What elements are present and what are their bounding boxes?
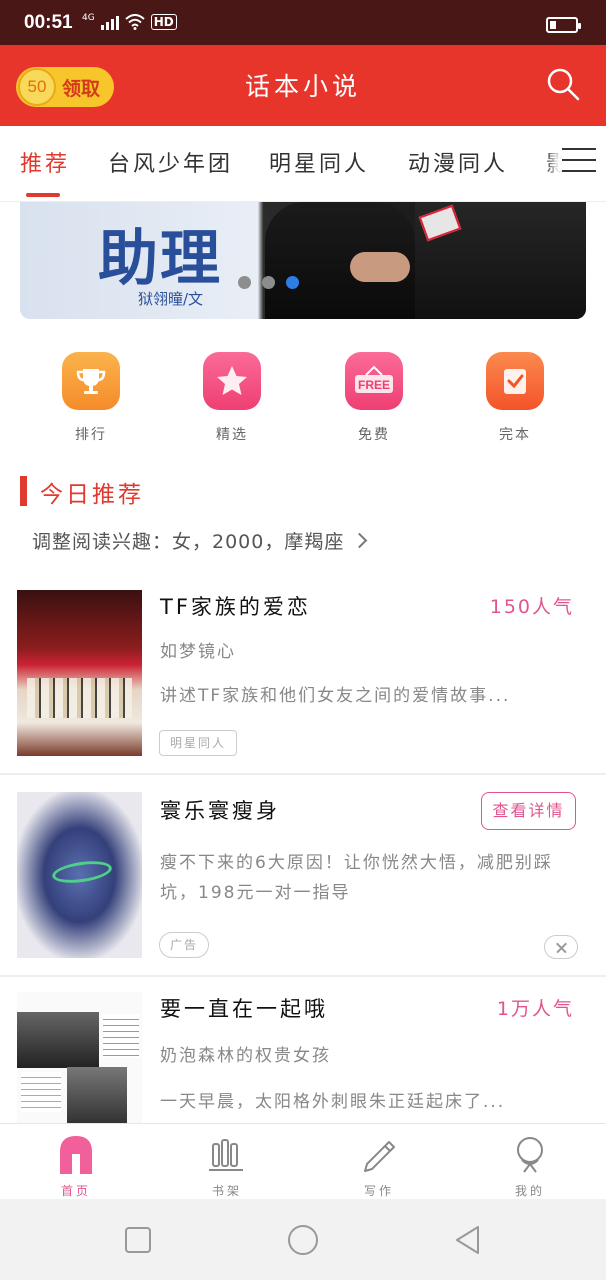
recent-apps-icon[interactable] [122,1224,154,1256]
book-title: TF家族的爱恋 [160,595,311,619]
carousel-dots [238,276,299,289]
book-cover [17,590,142,756]
nav-bookshelf[interactable]: 书架 [187,1134,267,1199]
ad-description: 瘦不下来的6大原因！让你恍然大悟，减肥别踩坑，198元一对一指导 [160,853,553,903]
book-author: 如梦镜心 [160,642,236,662]
quick-nav-completed[interactable]: 完本 [470,352,560,444]
menu-icon[interactable] [562,148,596,178]
free-sign-icon: FREE [345,352,403,410]
carousel-dot-active[interactable] [286,276,299,289]
profile-icon [517,1137,543,1173]
active-tab-indicator [26,193,60,197]
book-cover [17,1012,99,1068]
system-nav-bar [0,1199,606,1280]
ad-item[interactable]: 寰乐寰瘦身 查看详情 瘦不下来的6大原因！让你恍然大悟，减肥别踩坑，198元一对… [0,775,606,975]
tab-celebrity-fanfic[interactable]: 明星同人 [269,146,369,178]
home-button-icon[interactable] [287,1224,319,1256]
home-icon [60,1136,92,1174]
tab-tfboys[interactable]: 台风少年团 [108,146,233,178]
nav-home[interactable]: 首页 [36,1134,116,1199]
back-icon[interactable] [452,1224,484,1256]
adjust-interest-text: 调整阅读兴趣：女，2000，摩羯座 [32,531,345,553]
status-bar: 00:51 4G HD [0,0,606,45]
chevron-right-icon [352,532,368,549]
quick-nav-label: 精选 [216,427,248,443]
book-item[interactable]: TF家族的爱恋 150人气 如梦镜心 讲述TF家族和他们女友之间的爱情故事...… [0,575,606,775]
view-details-button[interactable]: 查看详情 [481,792,576,830]
bottom-nav: 首页 书架 写作 我的 [0,1123,606,1199]
nav-label: 写作 [363,1184,394,1198]
book-tag[interactable]: 明星同人 [159,730,238,756]
book-author: 奶泡森林的权贵女孩 [160,1046,331,1066]
ad-image [50,857,114,887]
hd-icon: HD [150,14,177,30]
book-description: 一天早晨，太阳格外刺眼朱正廷起床了... [160,1092,506,1112]
close-ad-icon[interactable] [544,935,578,959]
banner-carousel[interactable]: 助理 狱翎曈/文 [20,202,586,319]
nav-write[interactable]: 写作 [339,1134,419,1199]
book-title: 要一直在一起哦 [160,997,328,1021]
book-popularity: 1万人气 [496,998,574,1020]
book-cover [103,1014,139,1058]
status-icons: 4G HD [82,13,177,30]
signal-icon [100,14,119,30]
bookshelf-icon [209,1139,243,1171]
banner-title: 助理 [98,224,222,294]
section-accent-bar [20,476,27,506]
nav-label: 首页 [60,1184,91,1198]
book-cover [21,1072,61,1112]
book-cover [17,992,142,1123]
checklist-icon [486,352,544,410]
book-cover [67,1067,127,1123]
tab-anime-fanfic[interactable]: 动漫同人 [408,146,508,178]
quick-nav-free[interactable]: FREE 免费 [329,352,419,444]
book-item[interactable]: 要一直在一起哦 1万人气 奶泡森林的权贵女孩 一天早晨，太阳格外刺眼朱正廷起床了… [0,977,606,1123]
ad-label: 广告 [159,932,210,958]
ad-image [17,792,142,958]
trophy-icon [62,352,120,410]
carousel-dot[interactable] [262,276,275,289]
adjust-interest-link[interactable]: 调整阅读兴趣：女，2000，摩羯座 [32,527,368,554]
app-title: 话本小说 [244,72,361,101]
status-time: 00:51 [24,12,73,33]
nav-label: 书架 [211,1184,242,1198]
nav-label: 我的 [514,1184,545,1198]
wifi-icon [125,14,145,30]
carousel-dot[interactable] [238,276,251,289]
book-description: 讲述TF家族和他们女友之间的爱情故事... [160,686,511,706]
category-tabs: 推荐 台风少年团 明星同人 动漫同人 影 [0,126,606,202]
app-header: 50 领取 话本小说 [0,45,606,126]
nav-profile[interactable]: 我的 [490,1134,570,1199]
book-popularity: 150人气 [489,596,574,618]
search-icon[interactable] [546,67,580,101]
free-badge-text: FREE [358,378,390,392]
battery-icon [546,17,581,33]
tab-recommend[interactable]: 推荐 [20,146,70,178]
ad-title: 寰乐寰瘦身 [160,799,280,823]
network-type: 4G [82,13,95,23]
quick-nav-featured[interactable]: 精选 [187,352,277,444]
book-cover [27,678,132,718]
quick-nav-label: 排行 [75,427,107,443]
section-title: 今日推荐 [40,482,144,508]
quick-nav-label: 完本 [499,427,531,443]
pencil-icon [364,1141,395,1172]
quick-nav-label: 免费 [358,427,390,443]
star-icon [203,352,261,410]
banner-author: 狱翎曈/文 [138,290,204,308]
banner-image [350,252,410,282]
quick-nav-ranking[interactable]: 排行 [46,352,136,444]
